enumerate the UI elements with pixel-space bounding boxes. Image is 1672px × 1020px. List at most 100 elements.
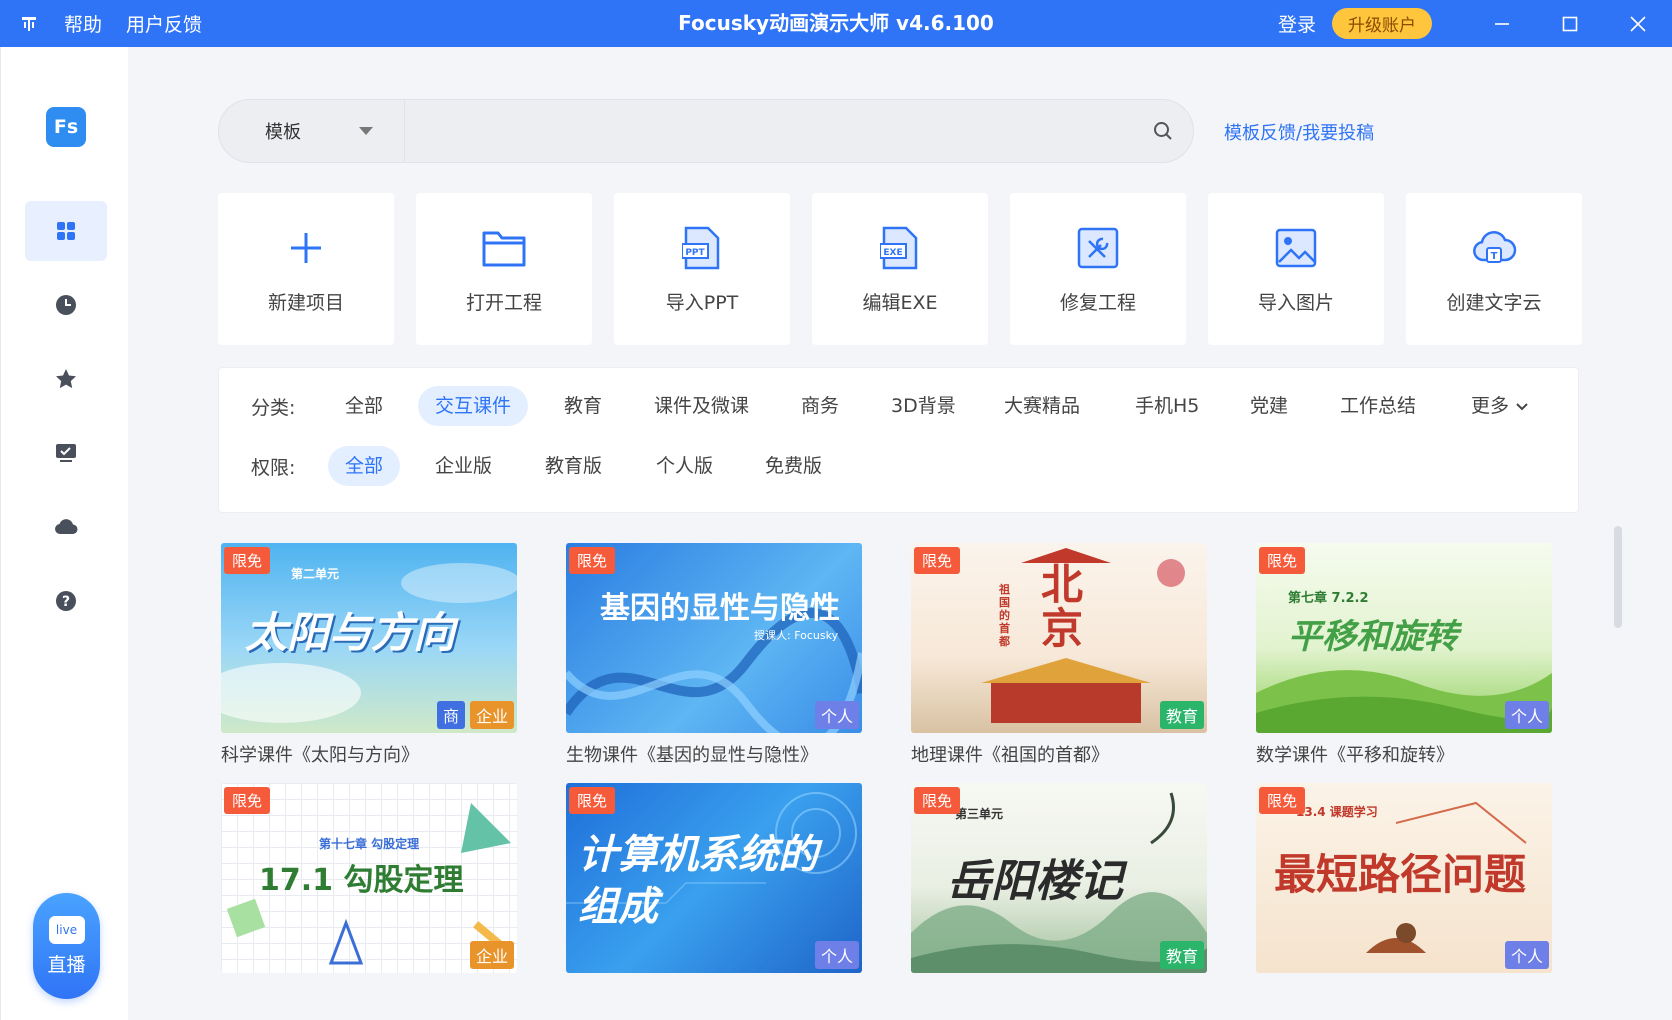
template-card[interactable]: 基因的显性与隐性 授课人: Focusky 限免 个人 生物课件《基因的显性与隐… bbox=[566, 543, 862, 767]
category-chip-mobile-h5[interactable]: 手机H5 bbox=[1118, 386, 1216, 426]
category-chip-courseware[interactable]: 课件及微课 bbox=[637, 386, 766, 426]
action-label: 打开工程 bbox=[465, 291, 542, 314]
edition-badge: 个人 bbox=[1504, 941, 1549, 969]
svg-text:PPT: PPT bbox=[685, 248, 705, 258]
search-button[interactable] bbox=[1133, 100, 1193, 162]
thumb-subtitle: 授课人: Focusky bbox=[754, 629, 839, 642]
thumb-title: 太阳与方向 bbox=[245, 608, 456, 657]
chevron-down-icon bbox=[359, 127, 373, 135]
category-chip-contest[interactable]: 大赛精品 bbox=[987, 386, 1097, 426]
live-camera-icon: live bbox=[48, 915, 85, 944]
maximize-button[interactable] bbox=[1536, 0, 1604, 47]
category-chip-3d-background[interactable]: 3D背景 bbox=[874, 386, 973, 426]
free-badge: 限免 bbox=[569, 787, 616, 814]
thumb-subtitle: 第十七章 勾股定理 bbox=[319, 837, 420, 851]
thumb-title: 计算机系统的组成 bbox=[578, 832, 818, 930]
thumb-subtitle: 第七章 7.2.2 bbox=[1288, 591, 1369, 606]
permission-chip-enterprise[interactable]: 企业版 bbox=[418, 446, 509, 486]
edition-badge: 教育 bbox=[1159, 941, 1204, 969]
template-card[interactable]: 第三单元 岳阳楼记 限免 教育 bbox=[911, 783, 1207, 973]
template-thumbnail: 13.4 课题学习 最短路径问题 限免 个人 bbox=[1256, 783, 1552, 973]
minimize-icon bbox=[1495, 22, 1509, 25]
free-badge: 限免 bbox=[914, 787, 961, 814]
quick-actions: 新建项目 打开工程 PPT 导入PPT EXE 编辑EXE 修复工程 导入图片 … bbox=[218, 193, 1582, 345]
menu-user-feedback[interactable]: 用户反馈 bbox=[126, 10, 202, 37]
permission-chip-personal[interactable]: 个人版 bbox=[639, 446, 730, 486]
template-card[interactable]: 第二单元 太阳与方向 限免 商 企业 科学课件《太阳与方向》 bbox=[221, 543, 517, 767]
category-label: 分类: bbox=[251, 396, 296, 419]
upgrade-account-button[interactable]: 升级账户 bbox=[1332, 8, 1432, 39]
action-label: 编辑EXE bbox=[862, 291, 938, 314]
search-input[interactable] bbox=[405, 100, 1133, 162]
ppt-file-icon: PPT bbox=[678, 224, 726, 272]
category-chip-all[interactable]: 全部 bbox=[328, 386, 400, 426]
live-stream-button[interactable]: live 直播 bbox=[33, 893, 100, 999]
new-project-button[interactable]: 新建项目 bbox=[218, 193, 394, 345]
free-badge: 限免 bbox=[569, 547, 616, 574]
more-label: 更多 bbox=[1471, 395, 1510, 417]
sidebar-item-cloud[interactable] bbox=[25, 497, 107, 557]
sidebar-item-favorites[interactable] bbox=[25, 349, 107, 409]
permission-chip-free[interactable]: 免费版 bbox=[748, 446, 839, 486]
sidebar-item-templates[interactable] bbox=[25, 201, 107, 261]
permission-chip-all[interactable]: 全部 bbox=[328, 446, 401, 486]
app-menu-icon[interactable] bbox=[18, 13, 40, 35]
sidebar-item-help[interactable]: ? bbox=[25, 571, 107, 631]
category-chip-education[interactable]: 教育 bbox=[547, 386, 619, 426]
image-icon bbox=[1272, 224, 1320, 272]
live-label: 直播 bbox=[47, 953, 86, 976]
search-icon bbox=[1154, 122, 1172, 140]
thumb-title: 基因的显性与隐性 bbox=[600, 591, 840, 626]
category-chip-business[interactable]: 商务 bbox=[784, 386, 856, 426]
template-card[interactable]: 北京 祖国的首都 限免 教育 地理课件《祖国的首都》 bbox=[911, 543, 1207, 767]
action-label: 导入PPT bbox=[665, 291, 739, 314]
plus-icon bbox=[282, 224, 330, 272]
category-chip-interactive[interactable]: 交互课件 bbox=[418, 386, 529, 426]
folder-icon bbox=[480, 224, 528, 272]
import-image-button[interactable]: 导入图片 bbox=[1208, 193, 1384, 345]
sidebar: Fs ? live 直播 bbox=[0, 47, 128, 1020]
import-ppt-button[interactable]: PPT 导入PPT bbox=[614, 193, 790, 345]
login-button[interactable]: 登录 bbox=[1278, 10, 1316, 37]
menu-help[interactable]: 帮助 bbox=[64, 10, 102, 37]
template-card[interactable]: 13.4 课题学习 最短路径问题 限免 个人 bbox=[1256, 783, 1552, 973]
thumb-title: 岳阳楼记 bbox=[947, 856, 1123, 907]
free-badge: 限免 bbox=[1259, 787, 1306, 814]
category-chip-work-summary[interactable]: 工作总结 bbox=[1323, 386, 1433, 426]
cloud-icon bbox=[55, 519, 78, 535]
template-thumbnail: 第三单元 岳阳楼记 限免 教育 bbox=[911, 783, 1207, 973]
action-label: 新建项目 bbox=[267, 291, 344, 314]
edition-badge: 企业 bbox=[469, 701, 514, 729]
business-badge: 商 bbox=[436, 701, 465, 729]
repair-project-button[interactable]: 修复工程 bbox=[1010, 193, 1186, 345]
create-word-cloud-button[interactable]: T 创建文字云 bbox=[1406, 193, 1582, 345]
template-thumbnail: 第十七章 勾股定理 17.1 勾股定理 限免 企业 bbox=[221, 783, 517, 973]
template-name: 科学课件《太阳与方向》 bbox=[221, 745, 419, 766]
category-chip-party[interactable]: 党建 bbox=[1233, 386, 1305, 426]
template-thumbnail: 第七章 7.2.2 平移和旋转 限免 个人 bbox=[1256, 543, 1552, 733]
thumb-title: 最短路径问题 bbox=[1274, 850, 1527, 899]
template-card[interactable]: 计算机系统的组成 限免 个人 bbox=[566, 783, 862, 973]
category-more-button[interactable]: 更多 bbox=[1454, 386, 1546, 426]
sidebar-item-tasks[interactable] bbox=[25, 423, 107, 483]
edit-exe-button[interactable]: EXE 编辑EXE bbox=[812, 193, 988, 345]
free-badge: 限免 bbox=[1259, 547, 1306, 574]
template-feedback-link[interactable]: 模板反馈/我要投稿 bbox=[1224, 119, 1374, 145]
exe-file-icon: EXE bbox=[876, 224, 924, 272]
help-icon: ? bbox=[56, 591, 76, 611]
sidebar-item-recent[interactable] bbox=[25, 275, 107, 335]
search-category-select[interactable]: 模板 bbox=[219, 100, 405, 162]
minimize-button[interactable] bbox=[1468, 0, 1536, 47]
word-cloud-icon: T bbox=[1470, 224, 1518, 272]
svg-text:T: T bbox=[1491, 251, 1498, 262]
template-card[interactable]: 第十七章 勾股定理 17.1 勾股定理 限免 企业 bbox=[221, 783, 517, 973]
template-scrollbar[interactable] bbox=[1614, 526, 1622, 628]
free-badge: 限免 bbox=[224, 547, 271, 574]
close-button[interactable] bbox=[1604, 0, 1672, 47]
template-card[interactable]: 第七章 7.2.2 平移和旋转 限免 个人 数学课件《平移和旋转》 bbox=[1256, 543, 1552, 767]
template-thumbnail: 计算机系统的组成 限免 个人 bbox=[566, 783, 862, 973]
open-project-button[interactable]: 打开工程 bbox=[416, 193, 592, 345]
free-badge: 限免 bbox=[224, 787, 271, 814]
permission-chip-education[interactable]: 教育版 bbox=[528, 446, 619, 486]
free-badge: 限免 bbox=[914, 547, 961, 574]
